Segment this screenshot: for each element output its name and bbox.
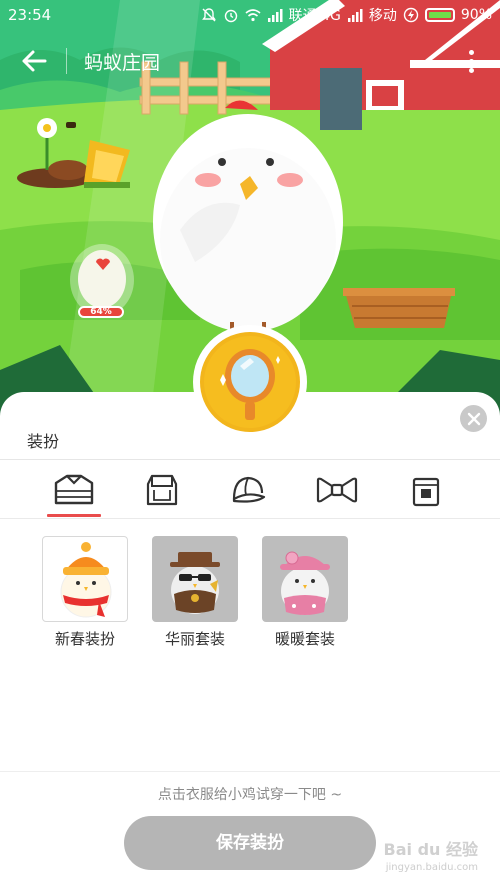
status-icons: 联通 4G 移动 90% (201, 5, 492, 25)
hint-text: 点击衣服给小鸡试穿一下吧 ~ (157, 787, 343, 803)
hat-icon (232, 476, 266, 503)
category-tabs (0, 462, 500, 518)
active-tab-indicator (47, 514, 101, 517)
warm-chick-icon (280, 551, 330, 615)
more-menu-button[interactable] (464, 44, 478, 78)
outfit-thumbnail (152, 536, 238, 622)
charging-icon (403, 7, 419, 23)
egg-progress-badge: 64% (78, 306, 124, 318)
battery-icon (424, 8, 455, 22)
bowtie-icon (316, 477, 358, 503)
divider (0, 518, 500, 519)
title-divider (66, 48, 67, 74)
outfit-item-warm[interactable]: 暖暖套装 (262, 536, 348, 649)
mute-notification-icon (201, 8, 216, 22)
watermark: Bai du 经验 (383, 840, 478, 859)
wifi-icon (245, 9, 261, 22)
sheet-title: 装扮 (27, 432, 60, 451)
divider (0, 459, 500, 460)
more-dot-icon (468, 58, 474, 64)
signal-icon (267, 9, 283, 22)
outfit-item-gorgeous[interactable]: 华丽套装 (152, 536, 238, 649)
jacket-icon (146, 474, 178, 506)
battery-percent: 90% (460, 7, 492, 23)
gorgeous-chick-icon (170, 552, 220, 614)
bag-icon (412, 477, 440, 507)
back-arrow-icon (22, 50, 47, 72)
close-button[interactable] (460, 405, 487, 432)
spring-chick-icon (60, 542, 112, 618)
shirt-icon (54, 474, 94, 505)
outfit-label: 华丽套装 (164, 630, 225, 648)
outfit-item-spring[interactable]: 新春装扮 (42, 536, 128, 649)
tab-jacket[interactable] (132, 462, 192, 518)
outfit-thumbnail (42, 536, 128, 622)
back-button[interactable] (14, 44, 54, 78)
watermark-url: jingyan.baidu.com (385, 862, 478, 873)
signal-icon-2 (347, 9, 363, 22)
tab-shirt[interactable] (44, 462, 104, 518)
page-title: 蚂蚁庄园 (84, 52, 161, 74)
outfit-label: 暖暖套装 (274, 630, 335, 648)
status-bar: 23:54 联通 4G 移动 90% (0, 0, 500, 30)
tab-bowtie[interactable] (307, 462, 367, 518)
outfit-label: 新春装扮 (54, 630, 115, 648)
more-dot-icon (468, 67, 474, 73)
close-icon (467, 412, 480, 425)
tab-hat[interactable] (218, 462, 278, 518)
outfit-thumbnail (262, 536, 348, 622)
more-dot-icon (468, 49, 474, 55)
alarm-icon (224, 9, 237, 23)
status-time: 23:54 (8, 6, 52, 24)
mirror-button[interactable] (193, 325, 307, 439)
top-nav-bar: 蚂蚁庄园 (0, 30, 500, 92)
divider (0, 771, 500, 772)
carrier-label: 联通 4G (288, 8, 341, 24)
save-outfit-button[interactable]: 保存装扮 (124, 816, 376, 870)
food-basket (343, 288, 455, 328)
tab-bag[interactable] (396, 462, 456, 518)
carrier-label-2: 移动 (368, 8, 397, 24)
mirror-icon (200, 332, 300, 432)
